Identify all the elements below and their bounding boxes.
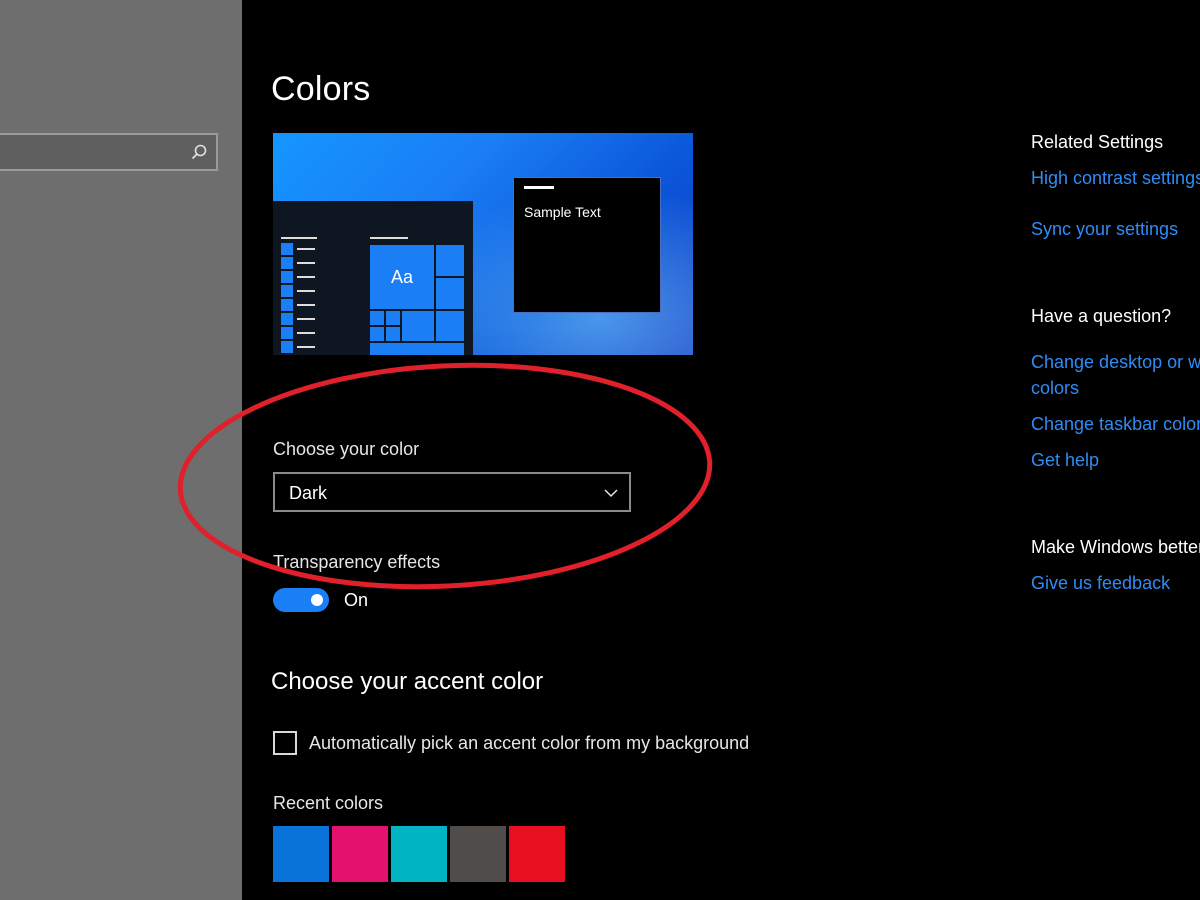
preview-list-icon bbox=[281, 243, 293, 255]
sync-settings-link[interactable]: Sync your settings bbox=[1031, 219, 1178, 240]
sidebar bbox=[0, 0, 242, 900]
color-mode-dropdown[interactable]: Dark bbox=[273, 472, 631, 512]
preview-tile bbox=[436, 278, 464, 309]
preview-tile bbox=[402, 311, 434, 341]
preview-window-titlebar bbox=[524, 186, 554, 189]
color-mode-selected: Dark bbox=[289, 483, 328, 503]
preview-list-line bbox=[297, 290, 315, 292]
change-desktop-colors-link-line2[interactable]: colors bbox=[1031, 378, 1079, 399]
preview-list-line bbox=[297, 346, 315, 348]
get-help-link[interactable]: Get help bbox=[1031, 450, 1099, 471]
search-box[interactable] bbox=[0, 133, 218, 171]
preview-list-line bbox=[297, 332, 315, 334]
preview-tile bbox=[370, 327, 384, 341]
chevron-down-icon bbox=[604, 489, 618, 498]
high-contrast-link[interactable]: High contrast settings bbox=[1031, 168, 1200, 189]
preview-list-line bbox=[297, 262, 315, 264]
preview-tile bbox=[386, 311, 400, 325]
have-question-heading: Have a question? bbox=[1031, 306, 1172, 326]
transparency-toggle[interactable] bbox=[273, 588, 329, 612]
choose-color-label: Choose your color bbox=[273, 439, 420, 459]
preview-list-line bbox=[297, 248, 315, 250]
preview-tile bbox=[386, 327, 400, 341]
related-settings-heading: Related Settings bbox=[1031, 132, 1164, 152]
preview-tile bbox=[370, 343, 464, 355]
recent-colors-label: Recent colors bbox=[273, 793, 384, 813]
auto-accent-checkbox[interactable] bbox=[273, 731, 297, 755]
page-title: Colors bbox=[271, 70, 371, 108]
search-icon[interactable] bbox=[190, 143, 208, 161]
preview-tile bbox=[436, 311, 464, 341]
preview-start-menu: Aa bbox=[273, 201, 473, 355]
change-desktop-colors-link[interactable]: Change desktop or window bbox=[1031, 352, 1200, 373]
preview-list-icon bbox=[281, 313, 293, 325]
preview-tile-aa: Aa bbox=[370, 245, 434, 309]
preview-list-icon bbox=[281, 285, 293, 297]
toggle-knob bbox=[311, 594, 323, 606]
transparency-label: Transparency effects bbox=[273, 552, 441, 572]
search-input[interactable] bbox=[0, 135, 196, 169]
make-windows-better-heading: Make Windows better bbox=[1031, 537, 1200, 557]
color-swatch[interactable] bbox=[273, 826, 329, 882]
color-swatch[interactable] bbox=[332, 826, 388, 882]
preview-list-icon bbox=[281, 257, 293, 269]
preview-sample-text: Sample Text bbox=[524, 204, 601, 220]
change-taskbar-color-link[interactable]: Change taskbar color bbox=[1031, 414, 1200, 435]
auto-accent-label[interactable]: Automatically pick an accent color from … bbox=[309, 733, 749, 754]
color-swatch[interactable] bbox=[391, 826, 447, 882]
color-swatch[interactable] bbox=[509, 826, 565, 882]
give-feedback-link[interactable]: Give us feedback bbox=[1031, 573, 1170, 594]
preview-tile bbox=[436, 245, 464, 276]
preview-tiles-header-line bbox=[370, 237, 408, 239]
preview-start-header-line bbox=[281, 237, 317, 239]
color-swatch[interactable] bbox=[450, 826, 506, 882]
transparency-state: On bbox=[344, 590, 369, 610]
preview-list-icon bbox=[281, 299, 293, 311]
preview-list-icon bbox=[281, 327, 293, 339]
accent-color-heading: Choose your accent color bbox=[271, 668, 544, 695]
preview-list-line bbox=[297, 304, 315, 306]
preview-list-line bbox=[297, 276, 315, 278]
preview-sample-window: Sample Text bbox=[513, 177, 661, 313]
preview-list-icon bbox=[281, 271, 293, 283]
preview-tile bbox=[370, 311, 384, 325]
preview-list-icon bbox=[281, 341, 293, 353]
theme-preview: Aa Sample Text bbox=[273, 133, 693, 355]
preview-list-line bbox=[297, 318, 315, 320]
